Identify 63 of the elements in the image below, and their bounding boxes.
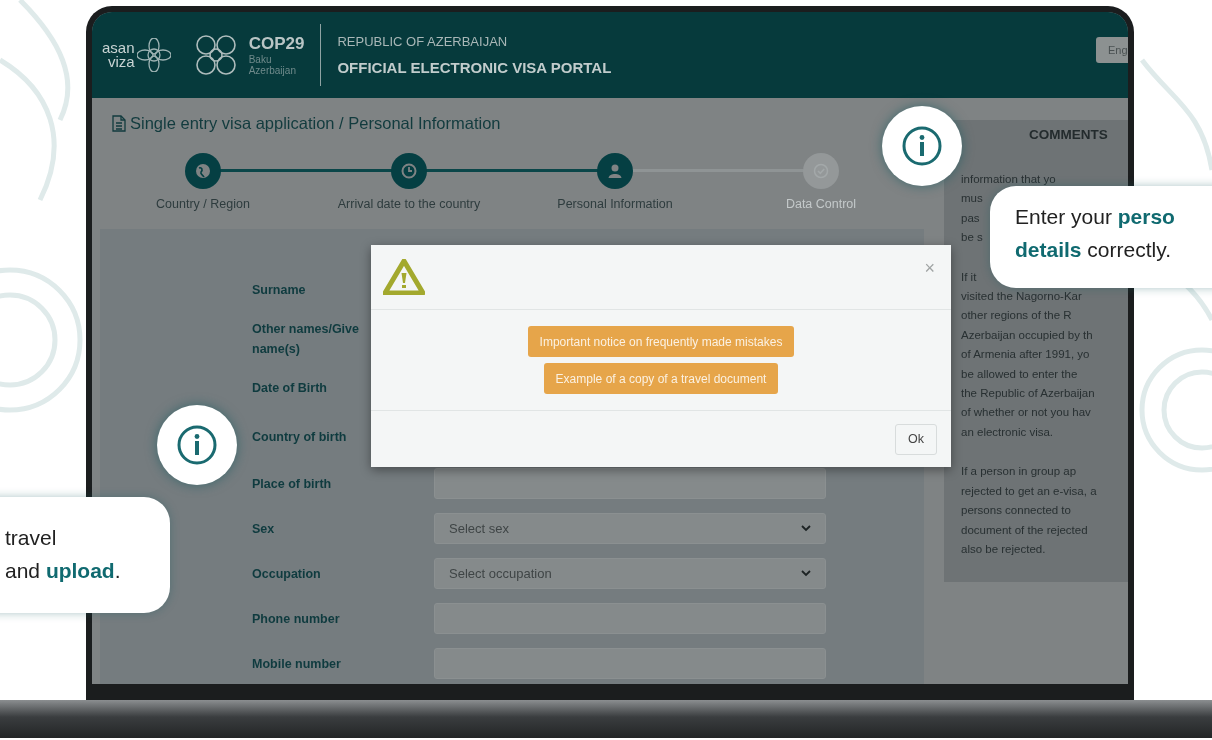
step-label: Arrival date to the country bbox=[337, 197, 481, 211]
info-icon bbox=[901, 125, 943, 167]
warning-icon bbox=[383, 259, 425, 295]
comment-text: an electronic visa. bbox=[961, 424, 1054, 440]
select-field[interactable]: Select sex bbox=[434, 513, 826, 544]
chevron-down-icon bbox=[801, 525, 811, 532]
comment-text: Azerbaijan occupied by th bbox=[961, 327, 1093, 343]
comment-text: other regions of the R bbox=[961, 308, 1072, 324]
document-icon bbox=[112, 115, 126, 132]
comment-text: of whether or not you hav bbox=[961, 405, 1091, 421]
callout-text: travel and upload. bbox=[0, 497, 170, 613]
step-marker[interactable] bbox=[391, 153, 427, 189]
language-button[interactable]: Eng bbox=[1096, 37, 1128, 63]
comment-text: If a person in group ap bbox=[961, 464, 1077, 480]
step-marker[interactable] bbox=[803, 153, 839, 189]
step-label: Country / Region bbox=[156, 197, 250, 211]
comment-text: also be rejected. bbox=[961, 541, 1046, 557]
comment-text: persons connected to bbox=[961, 503, 1071, 519]
ok-button[interactable]: Ok bbox=[895, 423, 937, 455]
notice-button[interactable]: Example of a copy of a travel document bbox=[543, 363, 779, 394]
select-field[interactable]: Select occupation bbox=[434, 558, 826, 589]
logo-text: asan bbox=[102, 41, 135, 55]
step-marker[interactable] bbox=[185, 153, 221, 189]
comment-text: document of the rejected bbox=[961, 522, 1088, 538]
field-label: Place of birth bbox=[252, 475, 333, 493]
field-label: Country of birth bbox=[252, 428, 348, 446]
portal-title: OFFICIAL ELECTRONIC VISA PORTAL bbox=[337, 59, 612, 76]
comment-text: pas bbox=[961, 210, 980, 226]
callout-text: Enter your perso details correctly. bbox=[990, 186, 1212, 288]
flower-logo-icon bbox=[136, 38, 171, 72]
comment-text: If it bbox=[961, 269, 977, 285]
step-label: Data Control bbox=[785, 197, 857, 211]
field-label: Occupation bbox=[252, 565, 322, 583]
comment-text: be allowed to enter the bbox=[961, 366, 1078, 382]
person-icon bbox=[606, 162, 624, 180]
chevron-down-icon bbox=[801, 570, 811, 577]
field-label: Mobile number bbox=[252, 655, 342, 673]
field-label: Sex bbox=[252, 520, 276, 538]
country-name: REPUBLIC OF AZERBAIJAN bbox=[337, 34, 509, 49]
info-icon bbox=[176, 424, 218, 466]
event-subtitle: Baku bbox=[248, 54, 273, 65]
comment-text: mus bbox=[961, 191, 983, 207]
clock-icon bbox=[400, 162, 418, 180]
notice-button[interactable]: Important notice on frequently made mistakes bbox=[527, 326, 795, 357]
step-label: Personal Information bbox=[557, 197, 673, 211]
event-subtitle: Azerbaijan bbox=[248, 65, 297, 76]
field-label: Other names/Give name(s) bbox=[252, 320, 360, 358]
close-button[interactable]: × bbox=[920, 257, 939, 279]
comment-text: the Republic of Azerbaijan bbox=[961, 386, 1095, 402]
field-label: Date of Birth bbox=[252, 379, 328, 397]
page-title: Single entry visa application / Personal Information bbox=[130, 114, 501, 133]
field-label: Surname bbox=[252, 281, 307, 299]
text-field[interactable] bbox=[434, 468, 826, 499]
comment-text: rejected to get an e-visa, a bbox=[961, 483, 1097, 499]
event-title: COP29 bbox=[248, 34, 305, 54]
logo-text: viza bbox=[107, 55, 135, 69]
comment-text: visited the Nagorno-Kar bbox=[961, 289, 1082, 305]
comment-text: be s bbox=[961, 230, 983, 246]
step-marker[interactable] bbox=[597, 153, 633, 189]
comment-text: information that yo bbox=[961, 172, 1056, 187]
comments-heading: COMMENTS bbox=[1028, 126, 1109, 144]
field-label: Phone number bbox=[252, 610, 341, 628]
comment-text: of Armenia after 1991, yo bbox=[961, 347, 1090, 363]
